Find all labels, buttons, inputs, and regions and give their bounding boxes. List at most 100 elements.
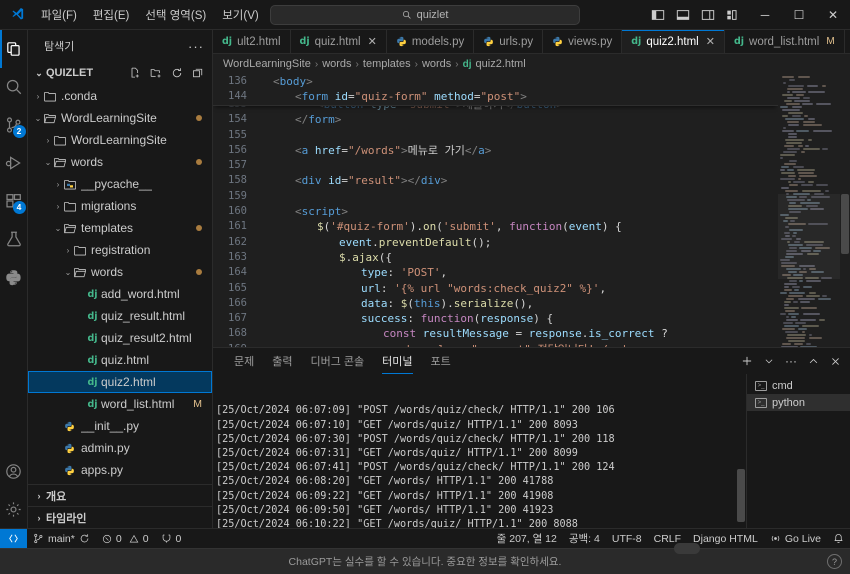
panel-tab-1[interactable]: 출력 (263, 348, 301, 374)
chevron-down-icon[interactable]: ⌄ (42, 158, 54, 167)
window-maximize-button[interactable]: ☐ (782, 0, 816, 30)
editor-tab-word-list-html[interactable]: dj word_list.html M (724, 30, 845, 53)
editor-tab-views-py[interactable]: views.py (543, 30, 623, 53)
scrollbar-thumb[interactable] (841, 194, 849, 255)
terminal-instance-cmd[interactable]: >_ cmd (747, 377, 850, 394)
tree-item--init-py[interactable]: __init__.py (28, 415, 212, 437)
chevron-down-icon[interactable]: ⌄ (52, 224, 64, 233)
editor-tab-quiz2-html[interactable]: dj quiz2.html ✕ (622, 30, 725, 53)
tab-close-icon[interactable]: ✕ (706, 35, 715, 48)
help-icon[interactable]: ? (827, 554, 842, 569)
tree-item-add-word-html[interactable]: dj add_word.html (28, 283, 212, 305)
tree-item-migrations[interactable]: › migrations (28, 195, 212, 217)
terminal-instance-list[interactable]: >_ cmd >_ python (746, 374, 850, 528)
menu-edit[interactable]: 편집(E) (86, 4, 137, 26)
tree-item-quiz-result-html[interactable]: dj quiz_result.html (28, 305, 212, 327)
tree-item-quiz2-html[interactable]: dj quiz2.html (28, 371, 212, 393)
status-problems[interactable]: 0 0 (96, 529, 155, 549)
menu-file[interactable]: 파일(F) (34, 4, 84, 26)
sidebar-section-outline[interactable]: › 개요 (28, 484, 212, 506)
new-folder-icon[interactable] (150, 67, 162, 79)
status-branch[interactable]: main* (27, 529, 96, 549)
tree-item-wordlearningsite[interactable]: › WordLearningSite (28, 129, 212, 151)
terminal-instance-python[interactable]: >_ python (747, 394, 850, 411)
tree-item-apps-py[interactable]: apps.py (28, 459, 212, 481)
file-tree[interactable]: › .conda ⌄ WordLearningSite › WordLearningSit… (28, 84, 212, 484)
chevron-right-icon[interactable]: › (32, 513, 46, 523)
breadcrumb-part-2[interactable]: templates (363, 58, 411, 70)
tree-item--pycache-[interactable]: › __pycache__ (28, 173, 212, 195)
terminal-output[interactable]: [25/Oct/2024 06:07:09] "POST /words/quiz… (213, 374, 736, 528)
tree-item-templates[interactable]: ⌄ templates (28, 217, 212, 239)
editor-tab-models-py[interactable]: models.py (386, 30, 475, 53)
breadcrumb-part-0[interactable]: WordLearningSite (223, 58, 311, 70)
tree-item-words[interactable]: ⌄ words (28, 261, 212, 283)
tree-item-quiz-html[interactable]: dj quiz.html (28, 349, 212, 371)
activity-accounts-button[interactable] (0, 452, 28, 490)
explorer-root-header[interactable]: ⌄ QUIZLET (28, 62, 212, 84)
breadcrumb-part-3[interactable]: words (422, 58, 451, 70)
chevron-down-icon[interactable]: ⌄ (32, 114, 44, 123)
tree-item-word-list-html[interactable]: dj word_list.html M (28, 393, 212, 415)
scrollbar-thumb[interactable] (737, 469, 745, 522)
activity-extensions-button[interactable]: 4 (0, 182, 28, 220)
activity-settings-gear-button[interactable] (0, 490, 28, 528)
code-lines[interactable]: 153 <button type="submit">제출하기</button> … (213, 74, 778, 347)
new-file-icon[interactable] (129, 67, 141, 79)
panel-more-actions-icon[interactable]: ··· (785, 354, 797, 368)
sidebar-section-timeline[interactable]: › 타임라인 (28, 506, 212, 528)
chevron-right-icon[interactable]: › (52, 180, 64, 189)
status-go-live[interactable]: Go Live (764, 529, 827, 549)
editor-tab-urls-py[interactable]: urls.py (474, 30, 544, 53)
tree-item-quiz-result2-html[interactable]: dj quiz_result2.html (28, 327, 212, 349)
editor-tab-ult2-html[interactable]: dj ult2.html (213, 30, 291, 53)
chat-input-pill[interactable] (674, 543, 700, 554)
chevron-right-icon[interactable]: › (32, 92, 44, 101)
status-encoding[interactable]: UTF-8 (606, 529, 648, 549)
toggle-primary-sidebar-icon[interactable] (651, 8, 665, 22)
collapse-all-icon[interactable] (192, 67, 204, 79)
sidebar-more-actions-icon[interactable]: ··· (188, 39, 204, 54)
chevron-right-icon[interactable]: › (62, 246, 74, 255)
activity-search-button[interactable] (0, 68, 28, 106)
status-indentation[interactable]: 공백: 4 (563, 529, 606, 549)
tree-item-registration[interactable]: › registration (28, 239, 212, 261)
tab-close-icon[interactable]: ✕ (368, 35, 377, 48)
status-remote-window[interactable] (0, 528, 27, 549)
status-cursor-position[interactable]: 줄 207, 열 12 (491, 529, 563, 549)
menu-bar[interactable]: 파일(F) 편집(E) 선택 영역(S) 보기(V) ··· (34, 4, 293, 26)
close-panel-icon[interactable] (830, 356, 841, 367)
breadcrumb-part-1[interactable]: words (322, 58, 351, 70)
panel-tab-4[interactable]: 포트 (422, 348, 460, 374)
tree-item--conda[interactable]: › .conda (28, 85, 212, 107)
toggle-secondary-sidebar-icon[interactable] (701, 8, 715, 22)
editor-tab-quiz-html[interactable]: dj quiz.html ✕ (290, 30, 387, 53)
activity-source-control-button[interactable]: 2 (0, 106, 28, 144)
refresh-icon[interactable] (171, 67, 183, 79)
chevron-right-icon[interactable]: › (32, 491, 46, 501)
panel-tab-2[interactable]: 디버그 콘솔 (302, 348, 374, 374)
command-center-search[interactable]: quizlet (270, 4, 580, 25)
maximize-panel-icon[interactable] (808, 356, 819, 367)
window-close-button[interactable]: ✕ (816, 0, 850, 30)
terminal-dropdown-icon[interactable] (764, 356, 774, 366)
chevron-right-icon[interactable]: › (42, 136, 54, 145)
toggle-panel-icon[interactable] (676, 8, 690, 22)
tree-item-admin-py[interactable]: admin.py (28, 437, 212, 459)
breadcrumb-file[interactable]: quiz2.html (476, 58, 526, 70)
breadcrumb[interactable]: WordLearningSite › words › templates › w… (213, 54, 850, 74)
editor-vertical-scrollbar[interactable] (840, 74, 850, 347)
panel-tab-0[interactable]: 문제 (225, 348, 263, 374)
chevron-down-icon[interactable]: ⌄ (32, 68, 46, 79)
window-minimize-button[interactable]: ─ (748, 0, 782, 30)
panel-tab-3[interactable]: 터미널 (373, 348, 421, 374)
editor-minimap[interactable] (778, 74, 840, 347)
terminal-scrollbar[interactable] (736, 374, 746, 528)
menu-view[interactable]: 보기(V) (215, 4, 266, 26)
status-notifications[interactable] (827, 529, 850, 549)
status-ports[interactable]: 0 (155, 529, 188, 549)
activity-run-debug-button[interactable] (0, 144, 28, 182)
activity-explorer-button[interactable] (0, 30, 28, 68)
tree-item-wordlearningsite[interactable]: ⌄ WordLearningSite (28, 107, 212, 129)
activity-python-button[interactable] (0, 258, 28, 296)
